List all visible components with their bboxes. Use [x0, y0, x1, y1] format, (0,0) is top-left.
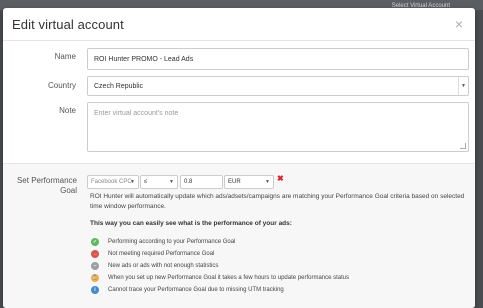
- legend-item-text: When you set up new Performance Goal it …: [108, 274, 350, 281]
- operator-select-value: ≤: [144, 179, 148, 185]
- currency-select-value: EUR: [228, 179, 241, 185]
- remove-goal-icon[interactable]: ✖: [277, 174, 284, 183]
- chevron-down-icon: ▼: [169, 179, 174, 185]
- legend-item-text: Cannot trace your Performance Goal due t…: [108, 286, 284, 293]
- name-input[interactable]: ROI Hunter PROMO - Lead Ads: [87, 48, 469, 70]
- arrow-right-icon: →: [91, 249, 99, 258]
- chevron-down-icon: ▼: [265, 179, 270, 185]
- thumbs-up-icon: ✓: [91, 237, 99, 246]
- legend-item: ⌛ When you set up new Performance Goal i…: [91, 273, 349, 282]
- legend-item: – New ads or ads with not enough statist…: [91, 261, 218, 270]
- operator-select[interactable]: ≤ ▼: [140, 175, 178, 189]
- legend-item: i Cannot trace your Performance Goal due…: [91, 285, 284, 294]
- legend-item-text: Performing according to your Performance…: [108, 238, 236, 245]
- note-label: Note: [59, 106, 76, 115]
- chevron-down-icon[interactable]: ▼: [458, 77, 468, 95]
- hourglass-icon: ⌛: [91, 273, 99, 282]
- performance-goal-label: Set Performance Goal: [16, 176, 77, 195]
- legend-item-text: New ads or ads with not enough statistic…: [108, 262, 219, 269]
- edit-virtual-account-modal: Edit virtual account × Name ROI Hunter P…: [3, 8, 475, 308]
- modal-title: Edit virtual account: [12, 17, 124, 32]
- legend-heading: This way you can easily see what is the …: [90, 220, 292, 227]
- note-textarea[interactable]: Enter virtual account's note: [87, 102, 469, 152]
- performance-goal-section: Set Performance Goal Facebook CPC ▼ ≤ ▼ …: [3, 164, 475, 308]
- note-placeholder: Enter virtual account's note: [94, 110, 179, 117]
- resize-handle-icon[interactable]: [460, 143, 466, 149]
- chevron-down-icon: ▼: [130, 179, 135, 185]
- threshold-input-value: 0.8: [184, 179, 193, 185]
- info-icon: i: [91, 285, 99, 294]
- name-label: Name: [54, 52, 76, 61]
- country-label: Country: [47, 81, 76, 90]
- legend-item-text: Not meeting required Performance Goal: [108, 250, 215, 257]
- threshold-input[interactable]: 0.8: [180, 175, 223, 189]
- metric-select[interactable]: Facebook CPC ▼: [87, 175, 139, 189]
- modal-header: Edit virtual account ×: [3, 8, 475, 41]
- performance-goal-description: ROI Hunter will automatically update whi…: [90, 193, 465, 210]
- legend-item: → Not meeting required Performance Goal: [91, 249, 214, 258]
- country-select[interactable]: Czech Republic ▼: [87, 76, 469, 96]
- country-select-value: Czech Republic: [94, 83, 144, 90]
- currency-select[interactable]: EUR ▼: [224, 175, 274, 189]
- close-icon[interactable]: ×: [452, 17, 466, 31]
- legend-item: ✓ Performing according to your Performan…: [91, 237, 235, 246]
- minus-icon: –: [91, 261, 99, 270]
- metric-select-value: Facebook CPC: [91, 179, 132, 185]
- name-input-value: ROI Hunter PROMO - Lead Ads: [94, 56, 194, 63]
